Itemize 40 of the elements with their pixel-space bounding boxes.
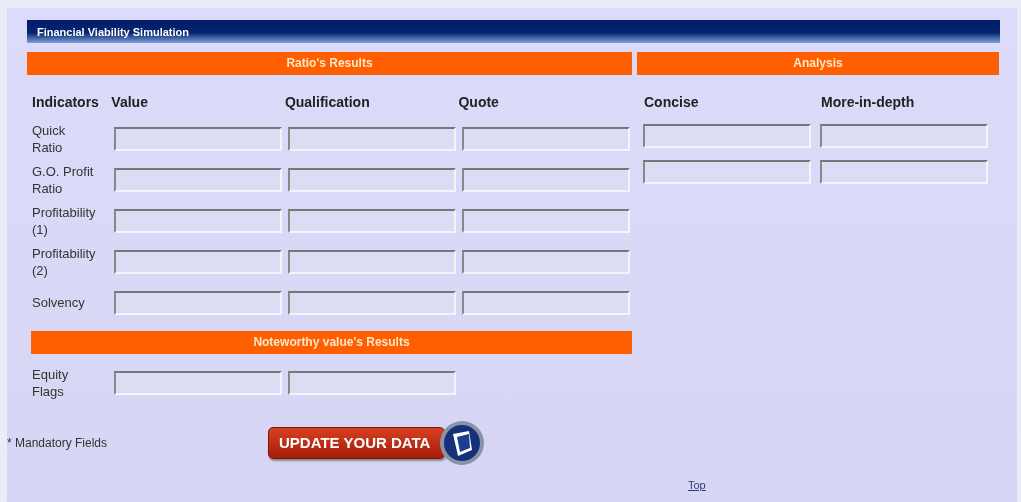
row-label: Profitability (1) [32,203,97,238]
input-field[interactable] [288,249,456,274]
column-header: More-in-depth [821,94,916,110]
input-field[interactable] [288,290,456,315]
input-field[interactable] [462,290,630,315]
section-header: Analysis [637,52,999,75]
column-header: Indicators [31,93,100,112]
input-field[interactable] [820,160,988,184]
input-field[interactable] [288,167,456,192]
input-field[interactable] [643,124,811,148]
column-header: Quote [458,94,500,110]
input-field[interactable] [643,160,811,184]
input-field[interactable] [288,370,456,395]
section-header: Ratio's Results [27,52,632,75]
input-field[interactable] [462,208,630,233]
mandatory-note: * Mandatory Fields [7,436,109,450]
row-label: Profitability (2) [32,244,97,279]
row-label: G.O. Profit Ratio [32,162,95,197]
input-field[interactable] [462,249,630,274]
input-field[interactable] [288,126,456,151]
input-field[interactable] [114,249,282,274]
input-field[interactable] [114,370,282,395]
row-label: Equity Flags [32,365,70,400]
folder-icon [439,420,486,466]
top-link[interactable]: Top [688,479,706,491]
input-field[interactable] [820,124,988,148]
input-field[interactable] [114,126,282,151]
row-label: Solvency [32,294,86,311]
column-header: Value [111,94,149,110]
section-header: Noteworthy value's Results [31,331,632,354]
input-field[interactable] [114,290,282,315]
input-field[interactable] [114,167,282,192]
input-field[interactable] [288,208,456,233]
column-header: Qualification [284,94,371,110]
row-label: Quick Ratio [32,121,67,156]
window-title: Financial Viability Simulation [27,20,1000,43]
input-field[interactable] [114,208,282,233]
input-field[interactable] [462,126,630,151]
column-header: Concise [644,94,700,110]
input-field[interactable] [462,167,630,192]
